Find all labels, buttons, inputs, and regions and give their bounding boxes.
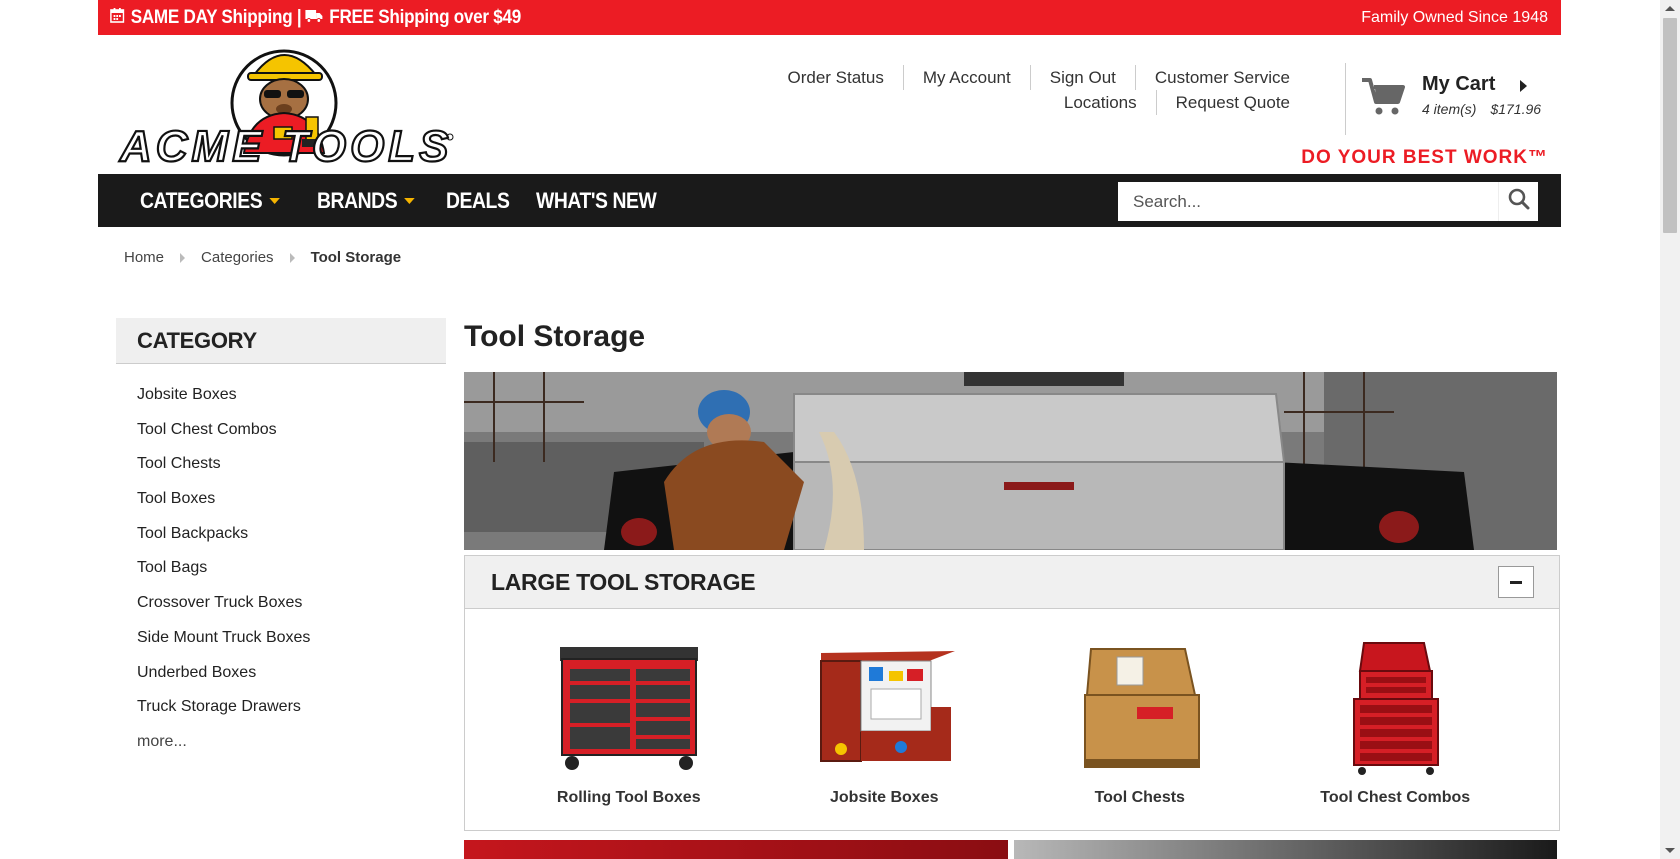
chevron-down-icon	[269, 197, 280, 204]
nav-deals[interactable]: DEALS	[445, 187, 510, 214]
page-wrapper: SAME DAY Shipping | FREE Shipping over $…	[98, 0, 1561, 859]
sidebar-item-tool-chests[interactable]: Tool Chests	[137, 447, 446, 482]
product-label: Tool Chests	[1094, 789, 1185, 806]
sidebar-item-tool-boxes[interactable]: Tool Boxes	[137, 482, 446, 517]
sidebar-item-truck-storage-drawers[interactable]: Truck Storage Drawers	[137, 690, 446, 725]
chevron-down-icon	[404, 197, 415, 204]
shipping-promo[interactable]: SAME DAY Shipping | FREE Shipping over $…	[110, 7, 521, 29]
next-banners	[464, 840, 1557, 859]
customer-service-link[interactable]: Customer Service	[1136, 65, 1309, 90]
tagline: DO YOUR BEST WORK™	[1301, 147, 1548, 168]
sidebar-heading: CATEGORY	[116, 318, 446, 364]
cart-item-count: 4 item(s)	[1422, 101, 1477, 117]
sidebar-list: Jobsite Boxes Tool Chest Combos Tool Che…	[116, 364, 446, 760]
hero-banner-image	[464, 372, 1557, 550]
section-title: LARGE TOOL STORAGE	[491, 568, 756, 595]
nav-brands[interactable]: BRANDS	[317, 188, 415, 214]
rolling-tool-box-image	[554, 637, 704, 777]
nav-brands-label: BRANDS	[316, 187, 398, 213]
large-tool-storage-panel: LARGE TOOL STORAGE Rolling Tool Boxes Jo…	[464, 555, 1560, 831]
promo-bar: SAME DAY Shipping | FREE Shipping over $…	[98, 0, 1561, 35]
nav-deals-label: DEALS	[445, 187, 510, 213]
product-card-tool-chests[interactable]: Tool Chests	[1030, 609, 1250, 830]
product-label: Tool Chest Combos	[1320, 789, 1471, 806]
nav-whats-new-label: WHAT'S NEW	[536, 187, 657, 213]
product-grid: Rolling Tool Boxes Jobsite Boxes Tool Ch…	[465, 609, 1559, 830]
jobsite-box-image	[809, 637, 959, 777]
banner-right-image[interactable]	[1013, 840, 1557, 859]
order-status-link[interactable]: Order Status	[768, 65, 904, 90]
tool-chest-image	[1065, 637, 1215, 777]
search-box	[1118, 182, 1538, 221]
breadcrumb-current: Tool Storage	[310, 249, 402, 266]
request-quote-link[interactable]: Request Quote	[1157, 90, 1309, 115]
chevron-right-icon	[180, 252, 186, 263]
calendar-icon	[110, 7, 125, 29]
nav-categories[interactable]: CATEGORIES	[140, 188, 280, 214]
product-card-tool-chest-combos[interactable]: Tool Chest Combos	[1285, 609, 1505, 830]
logo-wordmark: ACME TOOLS	[119, 122, 453, 171]
site-header: ACME TOOLS Order Status My Account Sign …	[98, 35, 1561, 174]
collapse-button[interactable]	[1498, 566, 1534, 598]
search-button[interactable]	[1498, 182, 1538, 221]
locations-link[interactable]: Locations	[1045, 90, 1157, 115]
breadcrumb-categories[interactable]: Categories	[201, 249, 274, 266]
my-account-link[interactable]: My Account	[904, 65, 1031, 90]
my-cart[interactable]: My Cart 4 item(s) $171.96	[1360, 73, 1555, 133]
main-nav: CATEGORIES BRANDS DEALS WHAT'S NEW	[98, 174, 1561, 227]
cart-arrow-icon	[1520, 80, 1527, 92]
same-day-shipping-text: SAME DAY Shipping |	[130, 6, 302, 28]
sidebar-item-underbed-boxes[interactable]: Underbed Boxes	[137, 656, 446, 691]
product-label: Jobsite Boxes	[830, 789, 939, 806]
scroll-down-arrow-icon[interactable]	[1665, 848, 1675, 853]
free-shipping-text: FREE Shipping over $49	[329, 6, 521, 28]
sidebar-item-jobsite-boxes[interactable]: Jobsite Boxes	[137, 378, 446, 413]
truck-icon	[304, 7, 323, 29]
sidebar-item-tool-bags[interactable]: Tool Bags	[137, 551, 446, 586]
sidebar-item-side-mount-truck-boxes[interactable]: Side Mount Truck Boxes	[137, 621, 446, 656]
category-sidebar: CATEGORY Jobsite Boxes Tool Chest Combos…	[116, 318, 446, 760]
banner-left-image[interactable]	[464, 840, 1008, 859]
scroll-up-arrow-icon[interactable]	[1665, 6, 1675, 11]
acme-tools-logo[interactable]: ACME TOOLS	[116, 41, 456, 172]
minus-icon	[1510, 580, 1522, 584]
nav-whats-new[interactable]: WHAT'S NEW	[536, 187, 657, 214]
sidebar-item-crossover-truck-boxes[interactable]: Crossover Truck Boxes	[137, 586, 446, 621]
product-card-rolling-tool-boxes[interactable]: Rolling Tool Boxes	[519, 609, 739, 830]
chevron-right-icon	[289, 252, 295, 263]
page-scrollbar[interactable]	[1660, 0, 1680, 859]
product-label: Rolling Tool Boxes	[556, 789, 701, 806]
sidebar-item-tool-chest-combos[interactable]: Tool Chest Combos	[137, 413, 446, 448]
breadcrumb-home[interactable]: Home	[124, 249, 164, 266]
cart-total: $171.96	[1490, 101, 1542, 117]
account-links: Order Status My Account Sign Out Custome…	[768, 65, 1309, 115]
shopping-cart-icon	[1360, 77, 1406, 122]
search-input[interactable]	[1118, 182, 1498, 221]
panel-header: LARGE TOOL STORAGE	[465, 556, 1559, 609]
main-content: Tool Storage LARGE TOOL STORAGE Rolling …	[464, 318, 1560, 859]
cart-summary: 4 item(s) $171.96	[1422, 101, 1541, 117]
sidebar-item-tool-backpacks[interactable]: Tool Backpacks	[137, 517, 446, 552]
search-icon	[1508, 188, 1530, 215]
tool-chest-combo-image	[1320, 637, 1470, 777]
product-card-jobsite-boxes[interactable]: Jobsite Boxes	[774, 609, 994, 830]
family-owned-text: Family Owned Since 1948	[1361, 8, 1548, 26]
header-divider	[1345, 63, 1346, 135]
sidebar-more-link[interactable]: more...	[137, 725, 446, 760]
page-title: Tool Storage	[464, 320, 646, 353]
nav-categories-label: CATEGORIES	[140, 187, 263, 213]
sign-out-link[interactable]: Sign Out	[1031, 65, 1136, 90]
breadcrumb: Home Categories Tool Storage	[124, 249, 401, 266]
my-cart-title: My Cart	[1422, 73, 1496, 95]
scrollbar-thumb[interactable]	[1663, 18, 1677, 233]
